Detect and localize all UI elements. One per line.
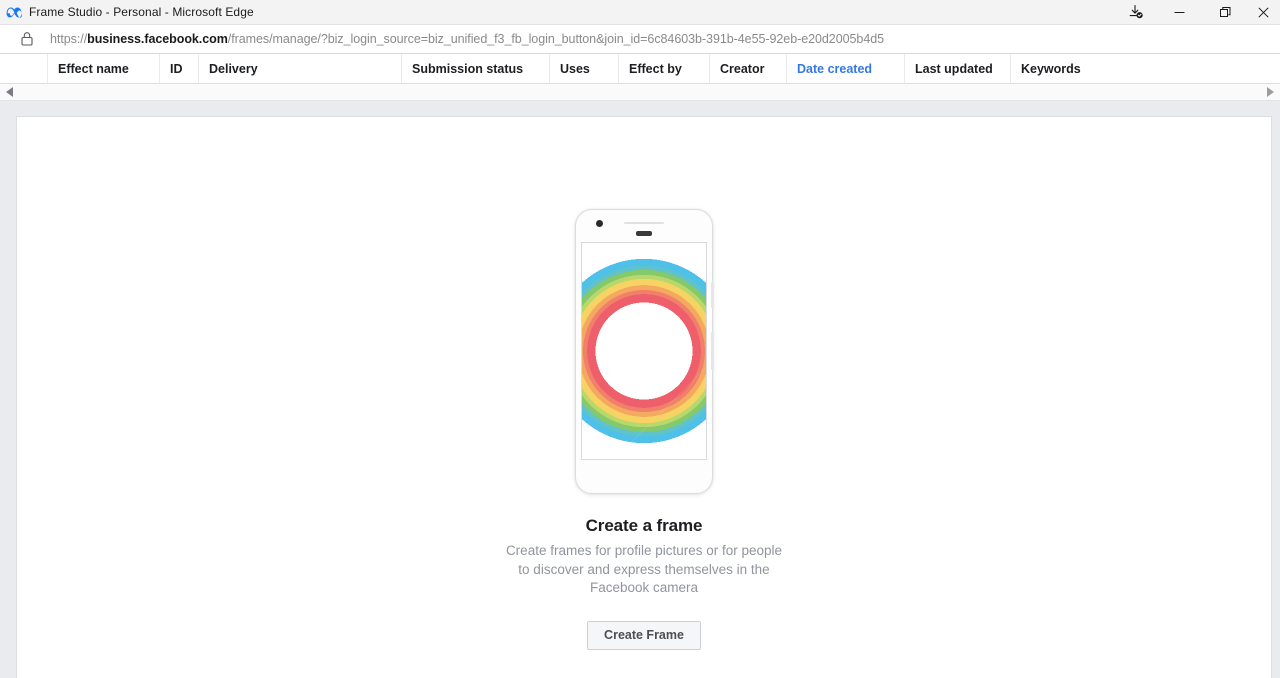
table-column-header-effect-by[interactable]: Effect by [619, 54, 710, 83]
page-background: Create a frame Create frames for profile… [0, 101, 1280, 678]
empty-state-description: Create frames for profile pictures or fo… [505, 543, 783, 595]
browser-address-bar[interactable]: https://business.facebook.com/frames/man… [0, 25, 1280, 54]
phone-sensor-line [624, 222, 664, 224]
meta-logo-icon [6, 4, 22, 20]
table-column-header-select[interactable] [0, 54, 48, 83]
table-column-header-delivery[interactable]: Delivery [199, 54, 402, 83]
close-button[interactable] [1248, 0, 1280, 25]
content-card: Create a frame Create frames for profile… [16, 116, 1272, 678]
table-column-header-id[interactable]: ID [160, 54, 199, 83]
url-domain: business.facebook.com [87, 32, 228, 46]
phone-with-rainbow-frame-illustration [575, 209, 714, 494]
table-column-header-effect-name[interactable]: Effect name [48, 54, 160, 83]
window-titlebar: Frame Studio - Personal - Microsoft Edge [0, 0, 1280, 25]
window-title: Frame Studio - Personal - Microsoft Edge [29, 5, 254, 19]
create-frame-button[interactable]: Create Frame [587, 620, 701, 650]
empty-state: Create a frame Create frames for profile… [17, 209, 1271, 650]
table-column-header-keywords[interactable]: Keywords [1011, 54, 1227, 83]
empty-state-title: Create a frame [585, 516, 703, 535]
phone-front-camera-icon [596, 220, 603, 227]
table-column-header-submission-status[interactable]: Submission status [402, 54, 550, 83]
horizontal-scrollbar[interactable] [0, 84, 1280, 101]
table-column-header-last-updated[interactable]: Last updated [905, 54, 1011, 83]
scroll-left-arrow-icon[interactable] [6, 87, 13, 97]
lock-icon [18, 30, 36, 48]
phone-side-button-power [711, 332, 714, 370]
table-column-header-creator[interactable]: Creator [710, 54, 787, 83]
table-column-header-date-created[interactable]: Date created [787, 54, 905, 83]
scroll-right-arrow-icon[interactable] [1267, 87, 1274, 97]
phone-side-button-volume [711, 282, 714, 308]
restore-button[interactable] [1202, 0, 1248, 25]
table-column-header-uses[interactable]: Uses [550, 54, 619, 83]
rainbow-frame-graphic [582, 243, 706, 459]
url-path: /frames/manage/?biz_login_source=biz_uni… [227, 32, 885, 46]
downloads-complete-icon[interactable] [1116, 0, 1156, 25]
phone-screen [581, 242, 707, 460]
url-text[interactable]: https://business.facebook.com/frames/man… [50, 32, 884, 46]
effects-table-header: Effect name ID Delivery Submission status Us… [0, 54, 1280, 84]
url-scheme: https:// [50, 32, 88, 46]
phone-earpiece-speaker [636, 231, 652, 236]
minimize-button[interactable] [1156, 0, 1202, 25]
window-controls [1116, 0, 1280, 25]
